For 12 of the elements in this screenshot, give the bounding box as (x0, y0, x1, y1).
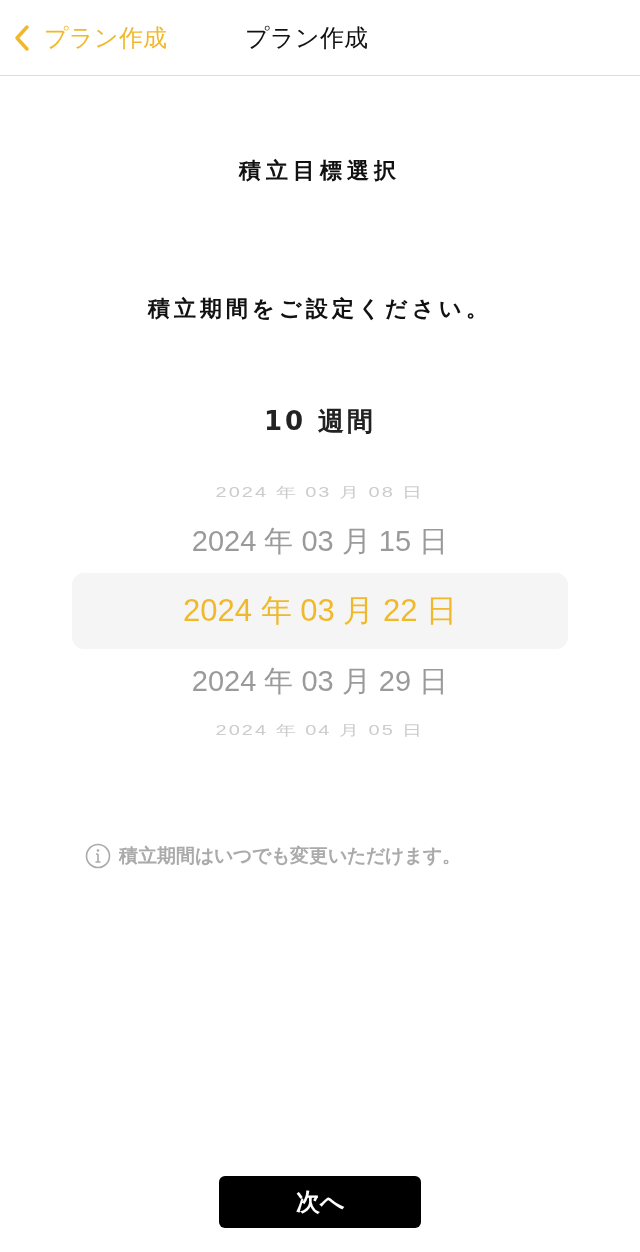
date-picker-option[interactable]: 2024 年 03 月 22 日 (72, 573, 568, 649)
back-chevron-icon (14, 23, 30, 52)
page-heading: 積立目標選択 (239, 157, 401, 185)
prompt-text: 積立期間をご設定ください。 (148, 295, 492, 323)
date-picker-option[interactable]: 2024 年 03 月 15 日 (72, 509, 568, 573)
duration-text: 10 週間 (263, 405, 377, 438)
back-button[interactable]: プラン作成 (14, 21, 167, 54)
note-text: 積立期間はいつでも変更いただけます。 (119, 843, 461, 868)
nav-title: プラン作成 (245, 22, 368, 54)
date-picker-option[interactable]: 2024 年 03 月 29 日 (72, 649, 568, 713)
info-icon (85, 843, 111, 869)
next-button[interactable]: 次へ (219, 1176, 421, 1228)
